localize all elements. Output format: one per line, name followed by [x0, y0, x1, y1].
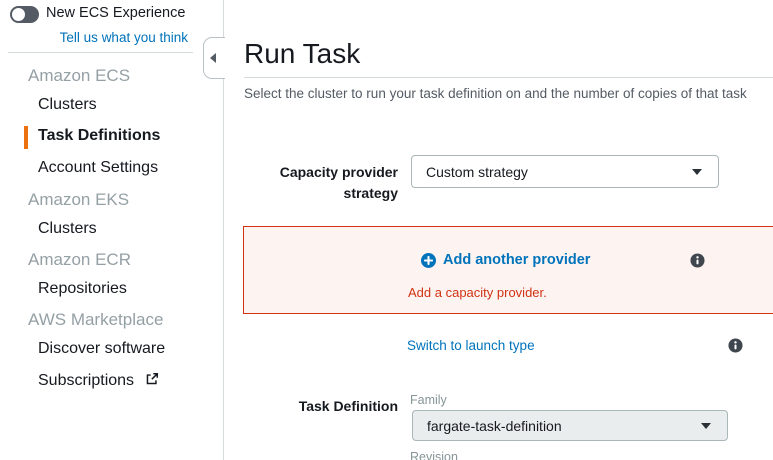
external-link-icon: [145, 372, 159, 391]
task-definition-label: Task Definition: [258, 396, 398, 417]
page-title: Run Task: [244, 38, 360, 70]
task-definition-family-value: fargate-task-definition: [427, 418, 562, 434]
revision-label: Revision: [410, 450, 458, 460]
info-icon[interactable]: [690, 253, 705, 268]
capacity-provider-strategy-select[interactable]: Custom strategy: [411, 155, 719, 188]
chevron-down-icon: [701, 423, 711, 429]
capacity-provider-error-text: Add a capacity provider.: [408, 285, 547, 300]
sidebar-item-ecs-clusters[interactable]: Clusters: [38, 96, 97, 114]
collapse-left-arrow-icon: [210, 53, 216, 63]
sidebar-collapse-button[interactable]: [203, 37, 225, 79]
plus-circle-icon: [421, 253, 436, 268]
family-label: Family: [410, 393, 447, 407]
section-header-amazon-ecr: Amazon ECR: [28, 250, 131, 270]
page-description: Select the cluster to run your task defi…: [244, 86, 747, 101]
section-header-amazon-eks: Amazon EKS: [28, 190, 129, 210]
active-item-indicator: [24, 126, 28, 149]
sidebar-item-eks-clusters[interactable]: Clusters: [38, 220, 97, 238]
sidebar-item-subscriptions[interactable]: Subscriptions: [38, 372, 159, 391]
section-header-amazon-ecs: Amazon ECS: [28, 66, 130, 86]
ecs-console-page: New ECS Experience Tell us what you thin…: [0, 0, 773, 460]
title-divider: [244, 77, 773, 78]
section-header-aws-marketplace: AWS Marketplace: [28, 310, 163, 330]
switch-to-launch-type-link[interactable]: Switch to launch type: [407, 338, 535, 353]
sidebar-item-discover-software[interactable]: Discover software: [38, 340, 165, 358]
sidebar-item-account-settings[interactable]: Account Settings: [38, 159, 158, 177]
sidebar-item-task-definitions[interactable]: Task Definitions: [38, 127, 160, 145]
add-another-provider-label: Add another provider: [443, 252, 590, 268]
sidebar-divider: [8, 52, 193, 53]
add-another-provider-link[interactable]: Add another provider: [421, 252, 590, 268]
info-icon[interactable]: [728, 338, 743, 353]
chevron-down-icon: [692, 169, 702, 175]
capacity-provider-strategy-value: Custom strategy: [426, 164, 528, 180]
capacity-provider-strategy-label: Capacity provider strategy: [258, 162, 398, 204]
task-definition-family-select[interactable]: fargate-task-definition: [412, 410, 728, 441]
new-ecs-experience-toggle[interactable]: [10, 6, 39, 23]
sidebar: New ECS Experience Tell us what you thin…: [0, 0, 224, 460]
capacity-provider-error-box: [243, 226, 773, 314]
feedback-link[interactable]: Tell us what you think: [0, 30, 188, 45]
new-ecs-experience-label: New ECS Experience: [46, 5, 185, 21]
sidebar-item-repositories[interactable]: Repositories: [38, 280, 127, 298]
subscriptions-label: Subscriptions: [38, 372, 134, 389]
